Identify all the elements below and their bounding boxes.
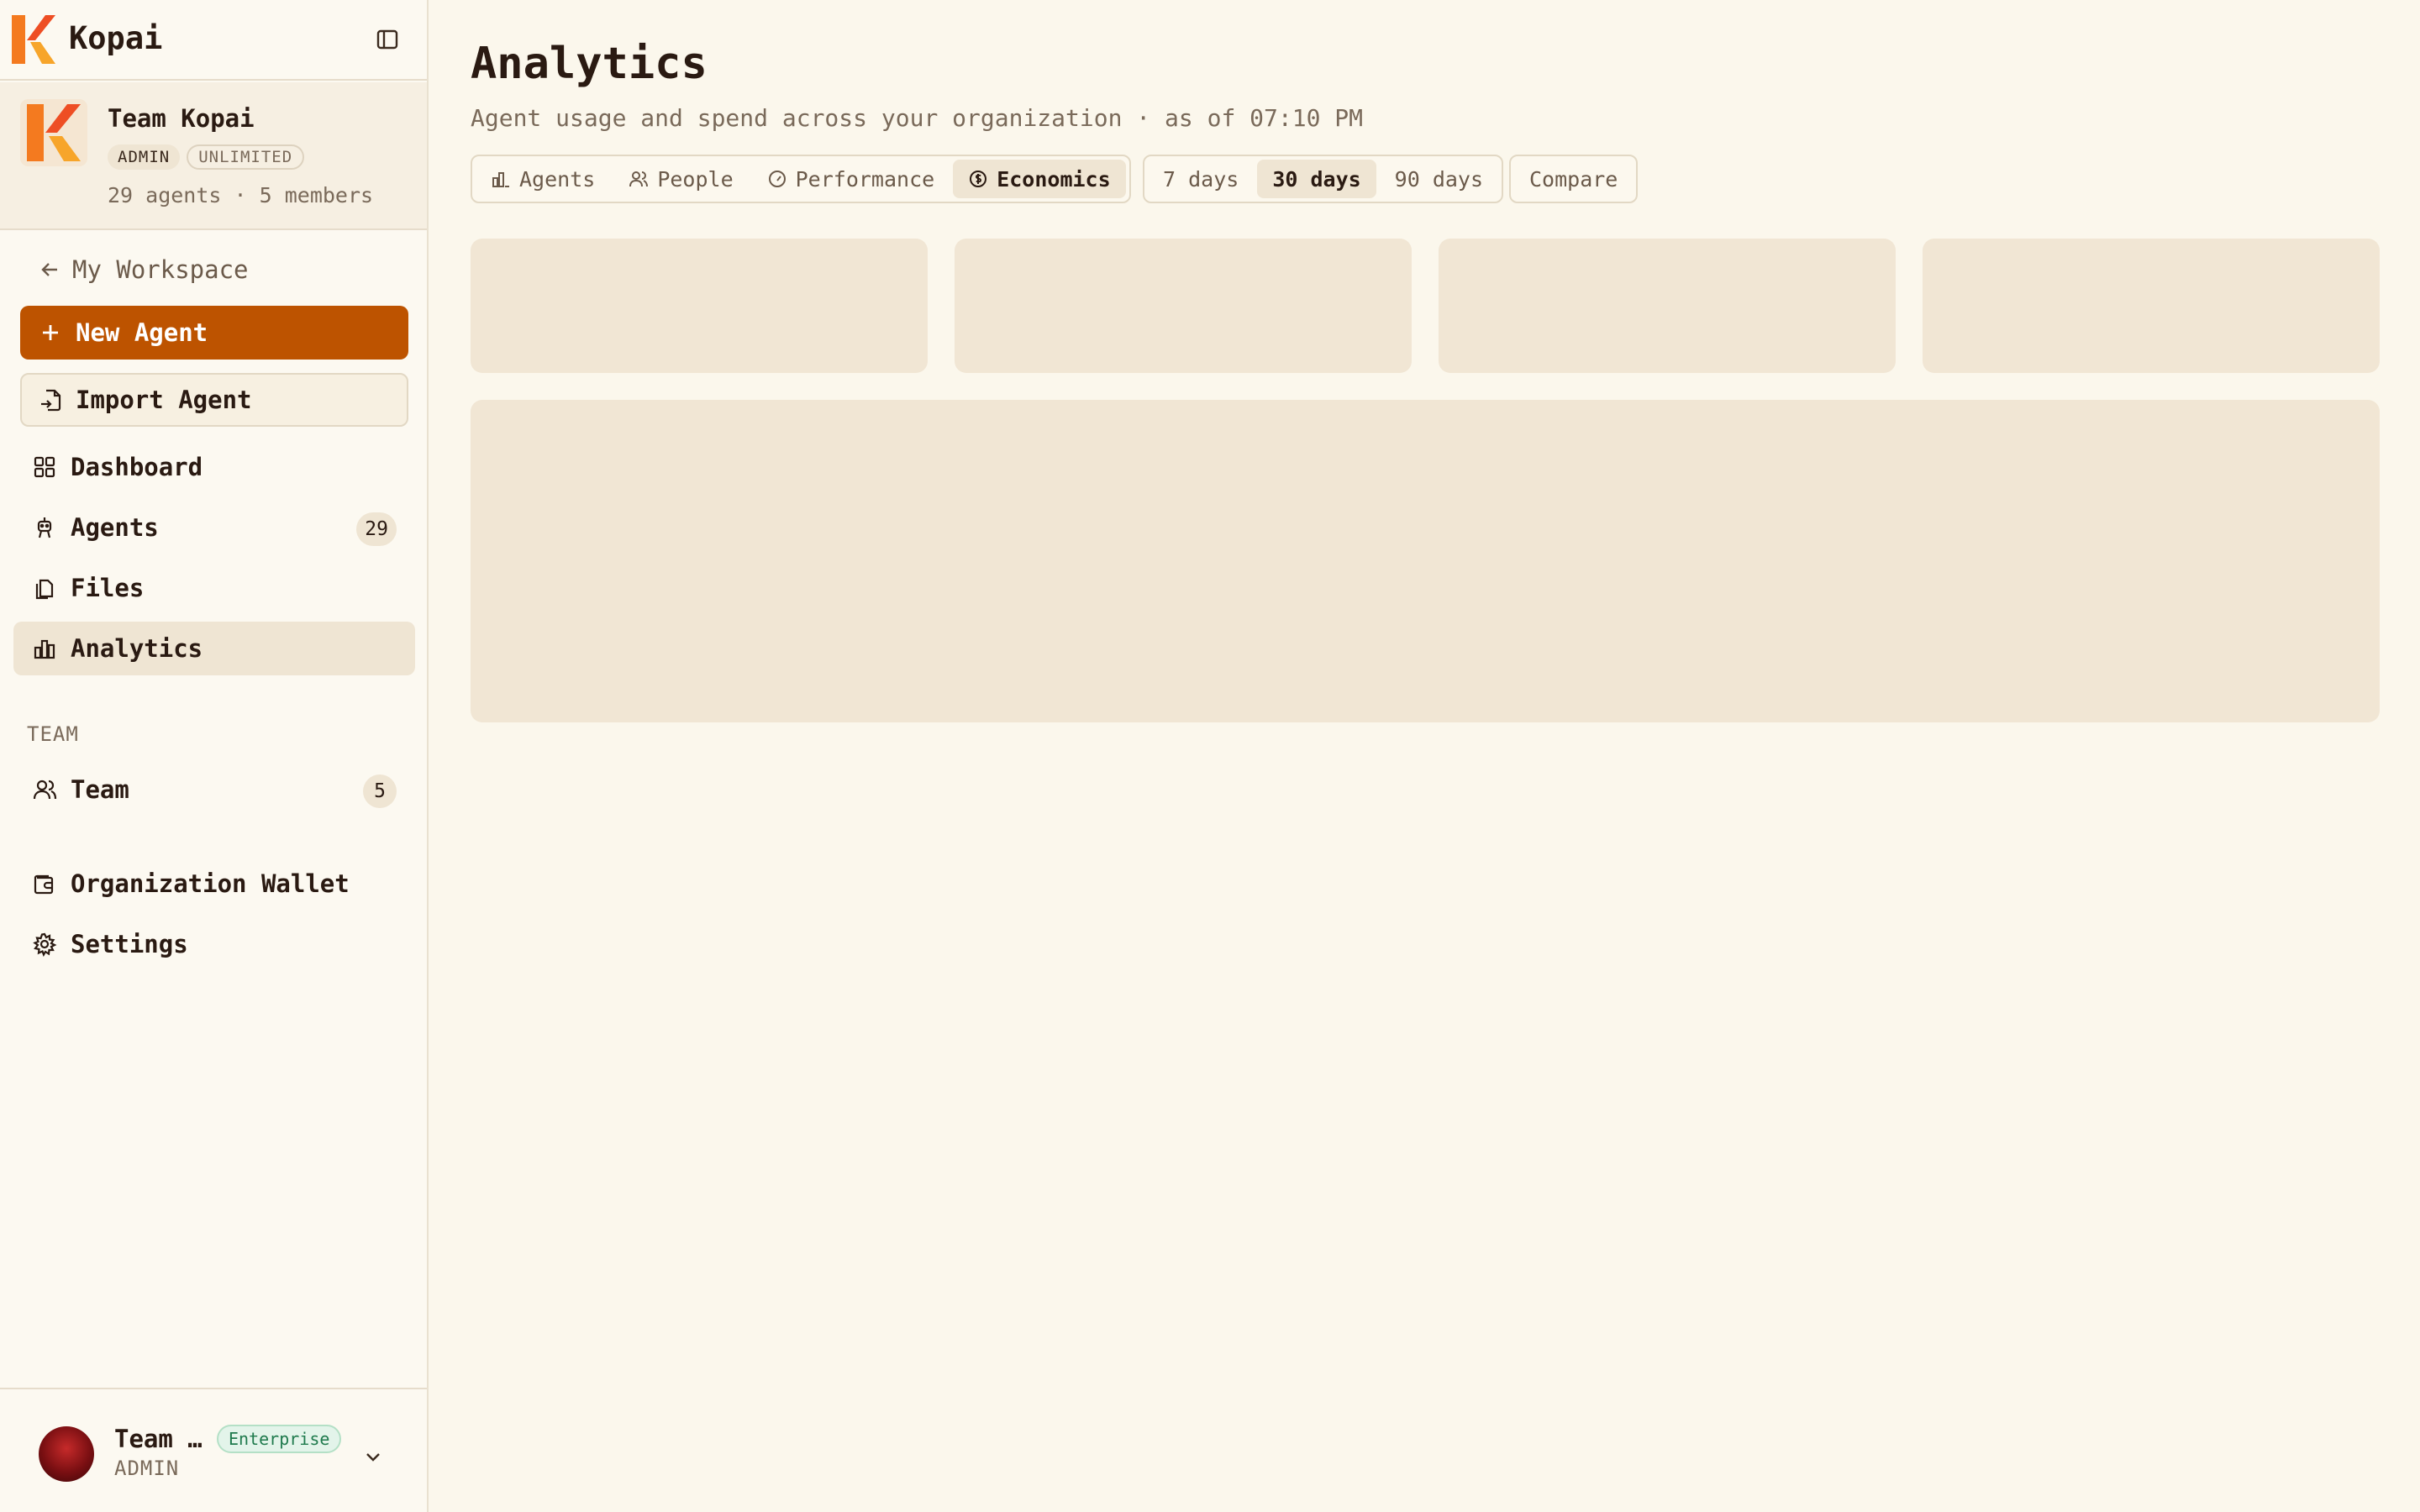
tab-economics[interactable]: Economics [953,160,1126,198]
nav-dashboard[interactable]: Dashboard [13,440,415,494]
tab-agents[interactable]: Agents [476,160,610,198]
avatar [39,1426,94,1482]
page-subtitle: Agent usage and spend across your organi… [471,104,1364,132]
agents-count-badge: 29 [356,512,397,546]
import-agent-button[interactable]: Import Agent [20,373,408,427]
chevron-down-icon[interactable] [361,1445,385,1468]
dollar-circle-icon [970,171,987,187]
bar-chart-icon [34,639,55,659]
tab-performance[interactable]: Performance [752,160,950,198]
range-selector: 7 days 30 days 90 days [1143,155,1504,203]
chart-panel-skeleton [471,400,2380,722]
robot-icon [37,517,52,538]
app-window: Kopai Team Kopai ADMIN UNLIMITED 29 agen… [0,0,2420,1512]
tab-people-label: People [657,166,734,192]
enterprise-badge: Enterprise [217,1425,342,1453]
sidebar-collapse-icon[interactable] [375,27,400,52]
user-name: Team … [114,1425,203,1453]
user-menu[interactable]: Team … Enterprise ADMIN [0,1388,427,1512]
files-icon [35,579,54,600]
nav-analytics-label: Analytics [71,634,203,663]
gear-icon [33,932,57,957]
brand-header: Kopai [0,0,427,81]
nav-wallet-label: Organization Wallet [71,869,350,898]
kopai-logo [12,15,55,64]
users-icon [33,780,57,800]
nav-organization-wallet[interactable]: Organization Wallet [13,857,415,911]
plan-badge: UNLIMITED [187,144,305,170]
range-30-days[interactable]: 30 days [1257,160,1376,198]
nav-analytics[interactable]: Analytics [13,622,415,675]
tab-economics-label: Economics [997,166,1111,192]
nav-team-label: Team [71,775,129,804]
new-agent-label: New Agent [76,318,208,347]
tab-agents-label: Agents [519,166,596,192]
nav-files-label: Files [71,574,145,602]
range-7-days[interactable]: 7 days [1148,160,1254,198]
team-logo-icon [20,99,87,166]
team-card[interactable]: Team Kopai ADMIN UNLIMITED 29 agents · 5… [0,82,427,230]
role-badge: ADMIN [108,144,181,170]
gauge-icon [768,171,786,187]
team-badges: ADMIN UNLIMITED [108,144,305,170]
range-90-days[interactable]: 90 days [1380,160,1498,198]
team-meta: 29 agents · 5 members [108,183,374,207]
tab-performance-label: Performance [795,166,935,192]
arrow-left-icon [41,263,57,276]
nav-settings[interactable]: Settings [13,917,415,971]
nav-agents[interactable]: Agents 29 [13,501,415,554]
main-content: Analytics Agent usage and spend across y… [430,0,2420,1512]
view-tabs: Agents People Performance Economics [471,155,1131,203]
stat-card-skeleton [1439,239,1896,373]
bar-chart-icon [492,172,509,187]
wallet-icon [34,874,54,895]
team-avatar [20,99,87,166]
file-import-icon [41,389,61,412]
compare-button[interactable]: Compare [1514,160,1633,198]
team-name: Team Kopai [108,104,255,133]
import-agent-label: Import Agent [76,386,252,414]
grid-icon [34,456,55,478]
nav-agents-label: Agents [71,513,159,542]
new-agent-button[interactable]: New Agent [20,306,408,360]
page-title: Analytics [471,39,708,89]
user-role: ADMIN [114,1457,180,1480]
sidebar: Kopai Team Kopai ADMIN UNLIMITED 29 agen… [0,0,429,1512]
stat-card-skeleton [471,239,928,373]
nav-settings-label: Settings [71,930,188,958]
stat-card-skeleton [955,239,1412,373]
back-link-label: My Workspace [72,255,249,284]
nav-files[interactable]: Files [13,561,415,615]
brand-name: Kopai [69,20,163,56]
plus-icon [43,325,58,340]
users-icon [629,171,649,187]
back-to-workspace-link[interactable]: My Workspace [39,255,249,284]
nav-team[interactable]: Team 5 [13,763,415,816]
team-count-badge: 5 [363,774,397,808]
stat-card-skeleton [1923,239,2380,373]
compare-toggle: Compare [1509,155,1639,203]
team-section-label: TEAM [27,722,79,746]
tab-people[interactable]: People [613,160,748,198]
nav-dashboard-label: Dashboard [71,453,203,481]
